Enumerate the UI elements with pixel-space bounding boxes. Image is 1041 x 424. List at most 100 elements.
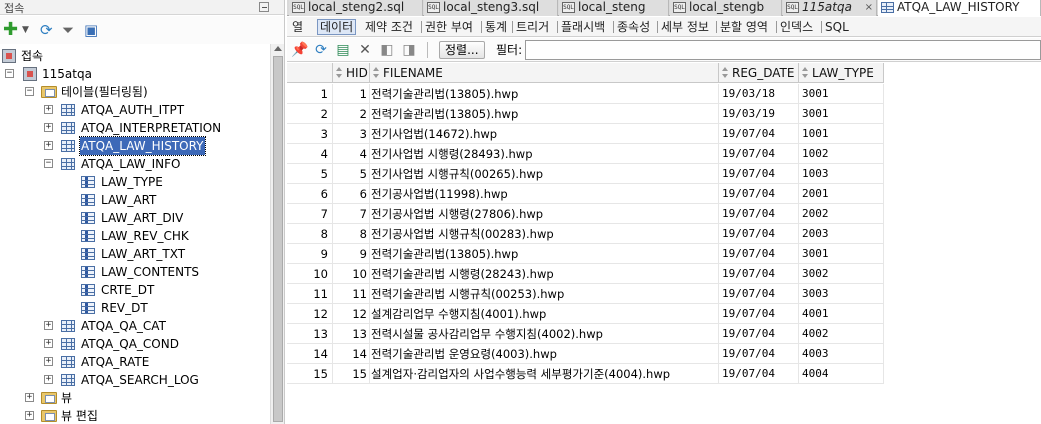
subtab-grants[interactable]: 권한 부여 bbox=[425, 19, 473, 35]
subtab-sql[interactable]: SQL bbox=[825, 19, 849, 35]
rollback-icon[interactable]: ◨ bbox=[401, 42, 417, 58]
document-tab[interactable]: SQL local_steng3.sql bbox=[424, 0, 558, 16]
tree-node-column[interactable]: LAW_CONTENTS bbox=[0, 263, 268, 281]
cell-hid[interactable]: 5 bbox=[333, 164, 370, 184]
cell-filename[interactable]: 전기공사업법(11998).hwp bbox=[370, 184, 719, 204]
cell-hid[interactable]: 6 bbox=[333, 184, 370, 204]
tree-node-table[interactable]: − ATQA_LAW_INFO bbox=[0, 155, 268, 173]
cell-filename[interactable]: 전력기술관리법(13805).hwp bbox=[370, 244, 719, 264]
tree-node-table[interactable]: + ATQA_SEARCH_LOG bbox=[0, 371, 268, 389]
cell-reg-date[interactable]: 19/03/19 bbox=[719, 104, 799, 124]
subtab-indexes[interactable]: 인덱스 bbox=[780, 19, 813, 35]
table-row[interactable]: 13 13 전력시설물 공사감리업무 수행지침(4002).hwp 19/07/04 4… bbox=[287, 324, 884, 344]
cell-reg-date[interactable]: 19/07/04 bbox=[719, 224, 799, 244]
subtab-partitions[interactable]: 분할 영역 bbox=[720, 19, 768, 35]
cell-reg-date[interactable]: 19/07/04 bbox=[719, 204, 799, 224]
sort-button[interactable]: 정렬... bbox=[439, 41, 485, 59]
schema-browser-icon[interactable]: ▣ bbox=[84, 21, 98, 39]
cell-law-type[interactable]: 3001 bbox=[799, 104, 884, 124]
row-number-cell[interactable]: 2 bbox=[287, 104, 333, 124]
cell-reg-date[interactable]: 19/07/04 bbox=[719, 144, 799, 164]
tree-node-table[interactable]: + ATQA_RATE bbox=[0, 353, 268, 371]
subtab-statistics[interactable]: 통계 bbox=[485, 19, 507, 35]
cell-reg-date[interactable]: 19/07/04 bbox=[719, 304, 799, 324]
sort-arrows-icon[interactable] bbox=[802, 67, 808, 79]
row-number-cell[interactable]: 1 bbox=[287, 84, 333, 104]
add-connection-icon[interactable]: ✚ bbox=[3, 21, 18, 39]
subtab-triggers[interactable]: 트리거 bbox=[516, 19, 549, 35]
tree-node-column[interactable]: LAW_TYPE bbox=[0, 173, 268, 191]
cell-filename[interactable]: 전력시설물 공사감리업무 수행지침(4002).hwp bbox=[370, 324, 719, 344]
cell-reg-date[interactable]: 19/07/04 bbox=[719, 184, 799, 204]
cell-hid[interactable]: 9 bbox=[333, 244, 370, 264]
cell-hid[interactable]: 10 bbox=[333, 264, 370, 284]
tree-node-table[interactable]: + ATQA_INTERPRETATION bbox=[0, 119, 268, 137]
cell-filename[interactable]: 전력기술관리법 운영요령(4003).hwp bbox=[370, 344, 719, 364]
cell-reg-date[interactable]: 19/07/04 bbox=[719, 324, 799, 344]
table-row[interactable]: 11 11 전력기술관리법 시행규칙(00253).hwp 19/07/04 3003 bbox=[287, 284, 884, 304]
tree-node-table[interactable]: + ATQA_QA_CAT bbox=[0, 317, 268, 335]
cell-reg-date[interactable]: 19/07/04 bbox=[719, 284, 799, 304]
table-row[interactable]: 4 4 전기사업법 시행령(28493).hwp 19/07/04 1002 bbox=[287, 144, 884, 164]
cell-hid[interactable]: 15 bbox=[333, 364, 370, 384]
cell-filename[interactable]: 전력기술관리법(13805).hwp bbox=[370, 104, 719, 124]
cell-reg-date[interactable]: 19/07/04 bbox=[719, 264, 799, 284]
chevron-down-icon[interactable]: ▼ bbox=[22, 21, 29, 39]
cell-law-type[interactable]: 2001 bbox=[799, 184, 884, 204]
document-tab[interactable]: SQL local_steng bbox=[559, 0, 669, 16]
insert-row-icon[interactable]: ▤ bbox=[335, 42, 351, 58]
cell-hid[interactable]: 7 bbox=[333, 204, 370, 224]
cell-reg-date[interactable]: 19/07/04 bbox=[719, 364, 799, 384]
tree-scrollbar[interactable] bbox=[270, 44, 284, 424]
table-row[interactable]: 14 14 전력기술관리법 운영요령(4003).hwp 19/07/04 4003 bbox=[287, 344, 884, 364]
tree-node-editing-views-folder[interactable]: + 뷰 편집 bbox=[0, 407, 268, 424]
refresh-icon[interactable]: ⟳ bbox=[40, 21, 53, 39]
table-row[interactable]: 10 10 전력기술관리법 시행령(28243).hwp 19/07/04 3002 bbox=[287, 264, 884, 284]
cell-reg-date[interactable]: 19/03/18 bbox=[719, 84, 799, 104]
expand-icon[interactable]: + bbox=[25, 393, 34, 402]
expand-icon[interactable]: + bbox=[44, 141, 53, 150]
tree-node-column[interactable]: LAW_ART_TXT bbox=[0, 245, 268, 263]
table-row[interactable]: 1 1 전력기술관리법(13805).hwp 19/03/18 3001 bbox=[287, 84, 884, 104]
delete-row-icon[interactable]: ✕ bbox=[357, 42, 373, 58]
expand-icon[interactable]: + bbox=[44, 375, 53, 384]
column-header-law-type[interactable]: LAW_TYPE bbox=[799, 63, 884, 83]
sort-arrows-icon[interactable] bbox=[722, 67, 728, 79]
expand-icon[interactable]: + bbox=[44, 339, 53, 348]
subtab-flashback[interactable]: 플래시백 bbox=[561, 19, 605, 35]
row-number-cell[interactable]: 6 bbox=[287, 184, 333, 204]
cell-reg-date[interactable]: 19/07/04 bbox=[719, 244, 799, 264]
cell-filename[interactable]: 전기사업법 시행규칙(00265).hwp bbox=[370, 164, 719, 184]
row-number-cell[interactable]: 14 bbox=[287, 344, 333, 364]
minimize-icon[interactable] bbox=[259, 2, 269, 12]
row-number-cell[interactable]: 13 bbox=[287, 324, 333, 344]
sort-arrows-icon[interactable] bbox=[373, 67, 379, 79]
table-row[interactable]: 12 12 설계감리업무 수행지침(4001).hwp 19/07/04 4001 bbox=[287, 304, 884, 324]
subtab-data[interactable]: 데이터 bbox=[317, 19, 357, 35]
cell-law-type[interactable]: 1003 bbox=[799, 164, 884, 184]
cell-hid[interactable]: 8 bbox=[333, 224, 370, 244]
expand-icon[interactable]: + bbox=[44, 321, 53, 330]
table-row[interactable]: 8 8 전기공사업법 시행규칙(00283).hwp 19/07/04 2003 bbox=[287, 224, 884, 244]
row-number-cell[interactable]: 15 bbox=[287, 364, 333, 384]
cell-law-type[interactable]: 3001 bbox=[799, 84, 884, 104]
cell-hid[interactable]: 2 bbox=[333, 104, 370, 124]
table-row[interactable]: 5 5 전기사업법 시행규칙(00265).hwp 19/07/04 1003 bbox=[287, 164, 884, 184]
cell-filename[interactable]: 전력기술관리법(13805).hwp bbox=[370, 84, 719, 104]
expand-icon[interactable]: + bbox=[44, 357, 53, 366]
subtab-details[interactable]: 세부 정보 bbox=[661, 19, 709, 35]
tree-node-table[interactable]: + ATQA_AUTH_ITPT bbox=[0, 101, 268, 119]
cell-filename[interactable]: 전력기술관리법 시행규칙(00253).hwp bbox=[370, 284, 719, 304]
row-number-cell[interactable]: 9 bbox=[287, 244, 333, 264]
row-number-cell[interactable]: 10 bbox=[287, 264, 333, 284]
expand-icon[interactable]: + bbox=[25, 411, 34, 420]
collapse-icon[interactable]: − bbox=[25, 87, 34, 96]
row-number-cell[interactable]: 4 bbox=[287, 144, 333, 164]
sort-arrows-icon[interactable] bbox=[336, 67, 342, 79]
row-number-cell[interactable]: 8 bbox=[287, 224, 333, 244]
cell-hid[interactable]: 11 bbox=[333, 284, 370, 304]
cell-hid[interactable]: 4 bbox=[333, 144, 370, 164]
filter-input[interactable] bbox=[525, 40, 1041, 60]
subtab-columns[interactable]: 열 bbox=[292, 19, 303, 35]
cell-hid[interactable]: 3 bbox=[333, 124, 370, 144]
